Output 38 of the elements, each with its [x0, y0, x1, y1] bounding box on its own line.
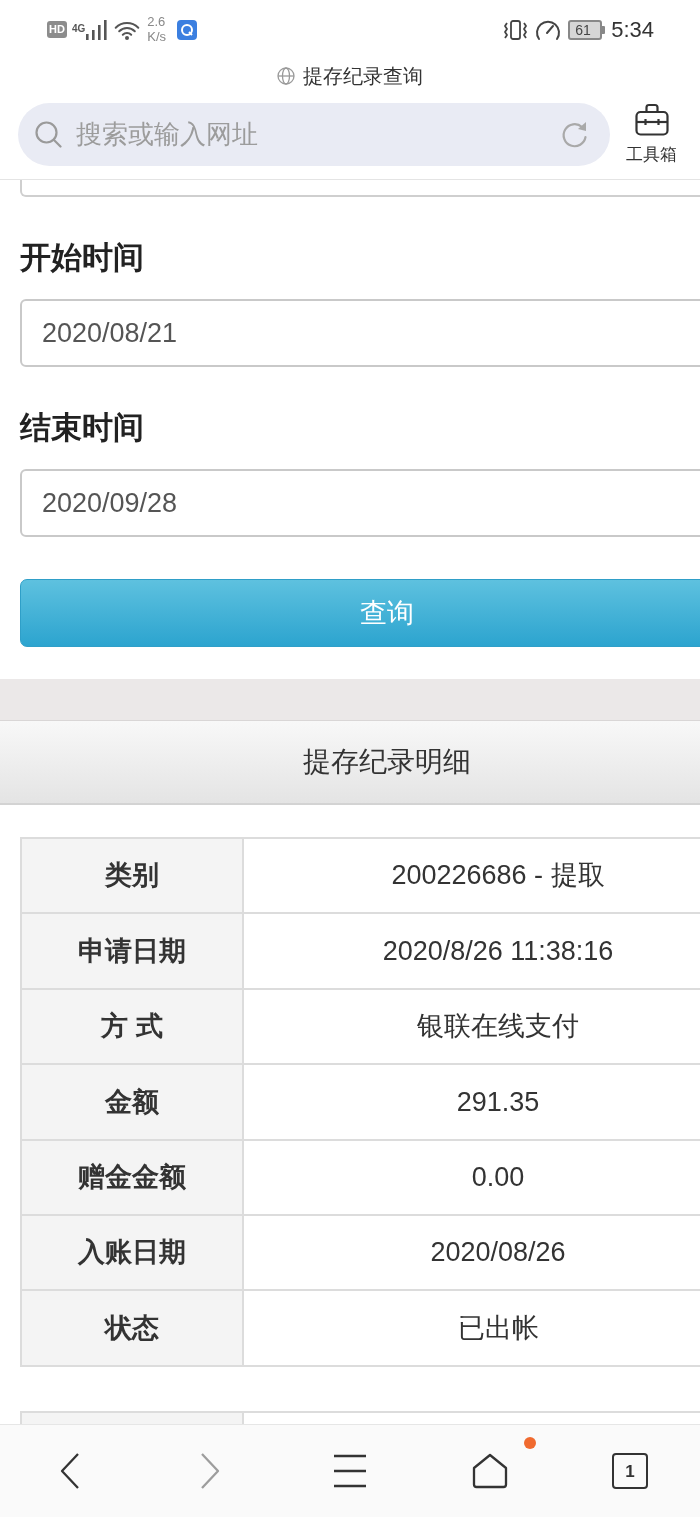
speed-unit: K/s [147, 29, 167, 44]
section-header: 提存纪录明细 [0, 721, 700, 805]
row-label: 赠金金额 [21, 1139, 243, 1215]
row-label: 申请日期 [21, 913, 243, 989]
battery-indicator: 61 [568, 19, 606, 40]
clock-time: 5:34 [611, 18, 654, 41]
network-type: 4G [71, 24, 86, 35]
tabs-button[interactable]: 1 [612, 1453, 648, 1489]
menu-button[interactable] [334, 1454, 366, 1488]
row-label: 状态 [21, 1290, 243, 1366]
hd-badge: HD [47, 21, 67, 38]
back-button[interactable] [59, 1452, 81, 1490]
app-notification-icon [177, 19, 198, 40]
row-label: 类别 [21, 838, 243, 914]
search-icon [35, 121, 62, 148]
row-value: 200226686 - 提取 [243, 838, 700, 914]
chevron-left-icon [59, 1452, 81, 1490]
address-bar[interactable]: 搜索或输入网址 [18, 103, 610, 166]
toolbox-button[interactable]: 工具箱 [626, 103, 677, 165]
globe-icon [277, 67, 295, 85]
page-title: 提存纪录查询 [303, 66, 423, 86]
vibrate-icon [503, 18, 529, 41]
date-input[interactable]: 2020/08/21 [20, 299, 700, 367]
menu-icon [334, 1454, 366, 1488]
field-label: 开始时间 [20, 239, 145, 277]
address-input[interactable]: 搜索或输入网址 [76, 115, 560, 154]
row-label: 方 式 [21, 988, 243, 1065]
date-input[interactable]: 2020/09/28 [20, 469, 700, 537]
network-speed: 2.6 [147, 15, 167, 30]
toolbox-icon [634, 103, 669, 136]
input-field[interactable] [20, 180, 700, 197]
field-label: 结束时间 [20, 409, 145, 447]
row-label: 金额 [21, 1064, 243, 1140]
chevron-right-icon [199, 1452, 221, 1490]
home-button[interactable] [471, 1453, 509, 1489]
home-icon [471, 1453, 509, 1489]
signal-icon [86, 19, 108, 40]
row-label: 入账日期 [21, 1214, 243, 1291]
